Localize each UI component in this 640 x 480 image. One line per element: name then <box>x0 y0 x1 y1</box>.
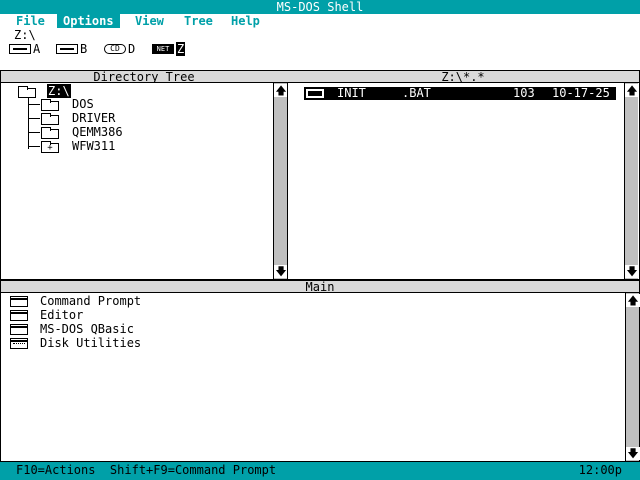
program-list-pane[interactable]: Command Prompt Editor MS-DOS QBasic Disk… <box>0 292 640 462</box>
program-icon <box>10 310 28 321</box>
tree-folder-wfw311[interactable]: WFW311 <box>72 139 115 153</box>
group-icon <box>10 338 28 349</box>
floppy-drive-icon <box>9 44 31 54</box>
status-clock: 12:00p <box>578 463 622 477</box>
folder-icon <box>41 113 59 125</box>
folder-icon <box>41 127 59 139</box>
file-list-pane[interactable]: INIT .BAT 103 10-17-25 🡅 🡇 <box>287 82 640 280</box>
scroll-up-arrow-icon[interactable]: 🡅 <box>274 84 288 97</box>
tree-branch <box>28 118 40 119</box>
drive-letter: A <box>33 42 41 56</box>
tree-folder-dos[interactable]: DOS <box>72 97 94 111</box>
menu-view[interactable]: View <box>129 14 170 28</box>
network-drive-icon: NET <box>152 44 174 54</box>
menu-file[interactable]: File <box>10 14 51 28</box>
drive-b[interactable]: B <box>56 42 87 56</box>
cd-drive-icon: CD <box>104 44 126 54</box>
drive-letter: D <box>128 42 136 56</box>
status-bar: F10=Actions Shift+F9=Command Prompt 12:0… <box>0 462 640 480</box>
drive-z[interactable]: NET Z <box>152 42 186 56</box>
tree-folder-qemm386[interactable]: QEMM386 <box>72 125 123 139</box>
menu-options[interactable]: Options <box>57 14 120 28</box>
status-hints[interactable]: F10=Actions Shift+F9=Command Prompt <box>16 462 276 478</box>
tree-folder-driver[interactable]: DRIVER <box>72 111 115 125</box>
current-path: Z:\ <box>14 28 36 42</box>
menu-bar: File Options View Tree Help <box>0 14 640 28</box>
program-item-disk-utilities[interactable]: Disk Utilities <box>40 336 141 350</box>
program-item-editor[interactable]: Editor <box>40 308 83 322</box>
program-icon <box>10 296 28 307</box>
file-icon <box>306 89 324 98</box>
file-list-scrollbar[interactable]: 🡅 🡇 <box>624 83 639 279</box>
tree-branch <box>28 146 40 147</box>
file-size: 103 <box>513 86 535 100</box>
drive-letter: B <box>80 42 88 56</box>
tree-branch <box>28 132 40 133</box>
directory-tree-scrollbar[interactable]: 🡅 🡇 <box>273 83 288 279</box>
program-item-qbasic[interactable]: MS-DOS QBasic <box>40 322 134 336</box>
menu-tree[interactable]: Tree <box>178 14 219 28</box>
scroll-up-arrow-icon[interactable]: 🡅 <box>626 294 640 307</box>
floppy-drive-icon <box>56 44 78 54</box>
expandable-folder-icon[interactable]: + <box>41 141 59 153</box>
window-title: MS-DOS Shell <box>276 0 364 14</box>
program-icon <box>10 324 28 335</box>
folder-icon <box>41 99 59 111</box>
program-list-scrollbar[interactable]: 🡅 🡇 <box>625 293 640 461</box>
file-row-selected[interactable]: INIT .BAT 103 10-17-25 <box>304 87 616 100</box>
file-name: INIT <box>337 86 366 100</box>
drive-letter: Z <box>176 42 186 56</box>
drive-d[interactable]: CD D <box>104 42 135 56</box>
tree-root[interactable]: Z:\ <box>47 84 71 98</box>
directory-tree-pane[interactable]: Z:\ DOS DRIVER QEMM386 + WFW311 🡅 🡇 <box>0 82 288 280</box>
title-bar: MS-DOS Shell <box>0 0 640 14</box>
program-item-command-prompt[interactable]: Command Prompt <box>40 294 141 308</box>
scroll-down-arrow-icon[interactable]: 🡇 <box>625 265 639 278</box>
file-ext: .BAT <box>402 86 431 100</box>
menu-help[interactable]: Help <box>225 14 266 28</box>
scroll-up-arrow-icon[interactable]: 🡅 <box>625 84 639 97</box>
drive-a[interactable]: A <box>9 42 40 56</box>
scroll-down-arrow-icon[interactable]: 🡇 <box>274 265 288 278</box>
tree-branch <box>28 104 40 105</box>
open-folder-icon <box>18 86 36 98</box>
file-date: 10-17-25 <box>552 86 610 100</box>
scroll-down-arrow-icon[interactable]: 🡇 <box>626 447 640 460</box>
